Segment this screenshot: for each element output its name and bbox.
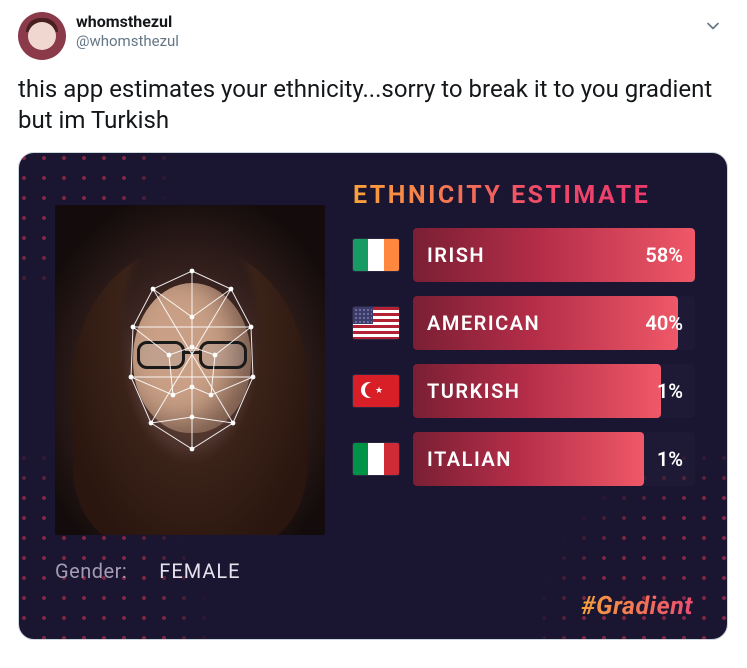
tweet: whomsthezul @whomsthezul this app estima…: [0, 0, 747, 652]
bar-track: IRISH 58%: [413, 228, 695, 282]
ethnicity-row: AMERICAN 40%: [353, 296, 695, 350]
hashtag: #Gradient: [581, 592, 693, 621]
flag-ireland-icon: [353, 239, 399, 271]
gender-label: Gender:: [55, 559, 127, 583]
ethnicity-percent: 1%: [657, 379, 683, 403]
bar-track: AMERICAN 40%: [413, 296, 695, 350]
card-content: Gender: FEMALE ETHNICITY ESTIMATE IRISH 5…: [19, 153, 727, 639]
user-handle: @whomsthezul: [76, 32, 179, 51]
flag-italy-icon: [353, 443, 399, 475]
gender-value: FEMALE: [159, 559, 240, 583]
ethnicity-percent: 40%: [645, 311, 683, 335]
ethnicity-bars: IRISH 58% AMERICAN 40% ★ TURKISH 1% ITALIAN 1%: [353, 228, 695, 486]
ethnicity-label: ITALIAN: [427, 447, 512, 471]
estimate-title: ETHNICITY ESTIMATE: [353, 181, 695, 210]
ethnicity-row: ITALIAN 1%: [353, 432, 695, 486]
gender-row: Gender: FEMALE: [55, 559, 325, 583]
ethnicity-label: IRISH: [427, 243, 485, 267]
ethnicity-label: AMERICAN: [427, 311, 540, 335]
ethnicity-row: ★ TURKISH 1%: [353, 364, 695, 418]
flag-turkey-icon: ★: [353, 375, 399, 407]
ethnicity-row: IRISH 58%: [353, 228, 695, 282]
tweet-media[interactable]: Gender: FEMALE ETHNICITY ESTIMATE IRISH 5…: [18, 152, 728, 640]
ethnicity-percent: 58%: [645, 243, 683, 267]
flag-usa-icon: [353, 307, 399, 339]
bar-track: ITALIAN 1%: [413, 432, 695, 486]
ethnicity-percent: 1%: [657, 447, 683, 471]
tweet-header: whomsthezul @whomsthezul: [18, 12, 729, 60]
bar-track: TURKISH 1%: [413, 364, 695, 418]
avatar[interactable]: [18, 12, 66, 60]
user-names[interactable]: whomsthezul @whomsthezul: [76, 12, 179, 51]
face-photo: [55, 205, 325, 535]
ethnicity-label: TURKISH: [427, 379, 520, 403]
tweet-menu-button[interactable]: [703, 16, 723, 36]
display-name: whomsthezul: [76, 12, 179, 32]
chevron-down-icon: [703, 16, 723, 36]
tweet-text: this app estimates your ethnicity...sorr…: [18, 74, 729, 136]
